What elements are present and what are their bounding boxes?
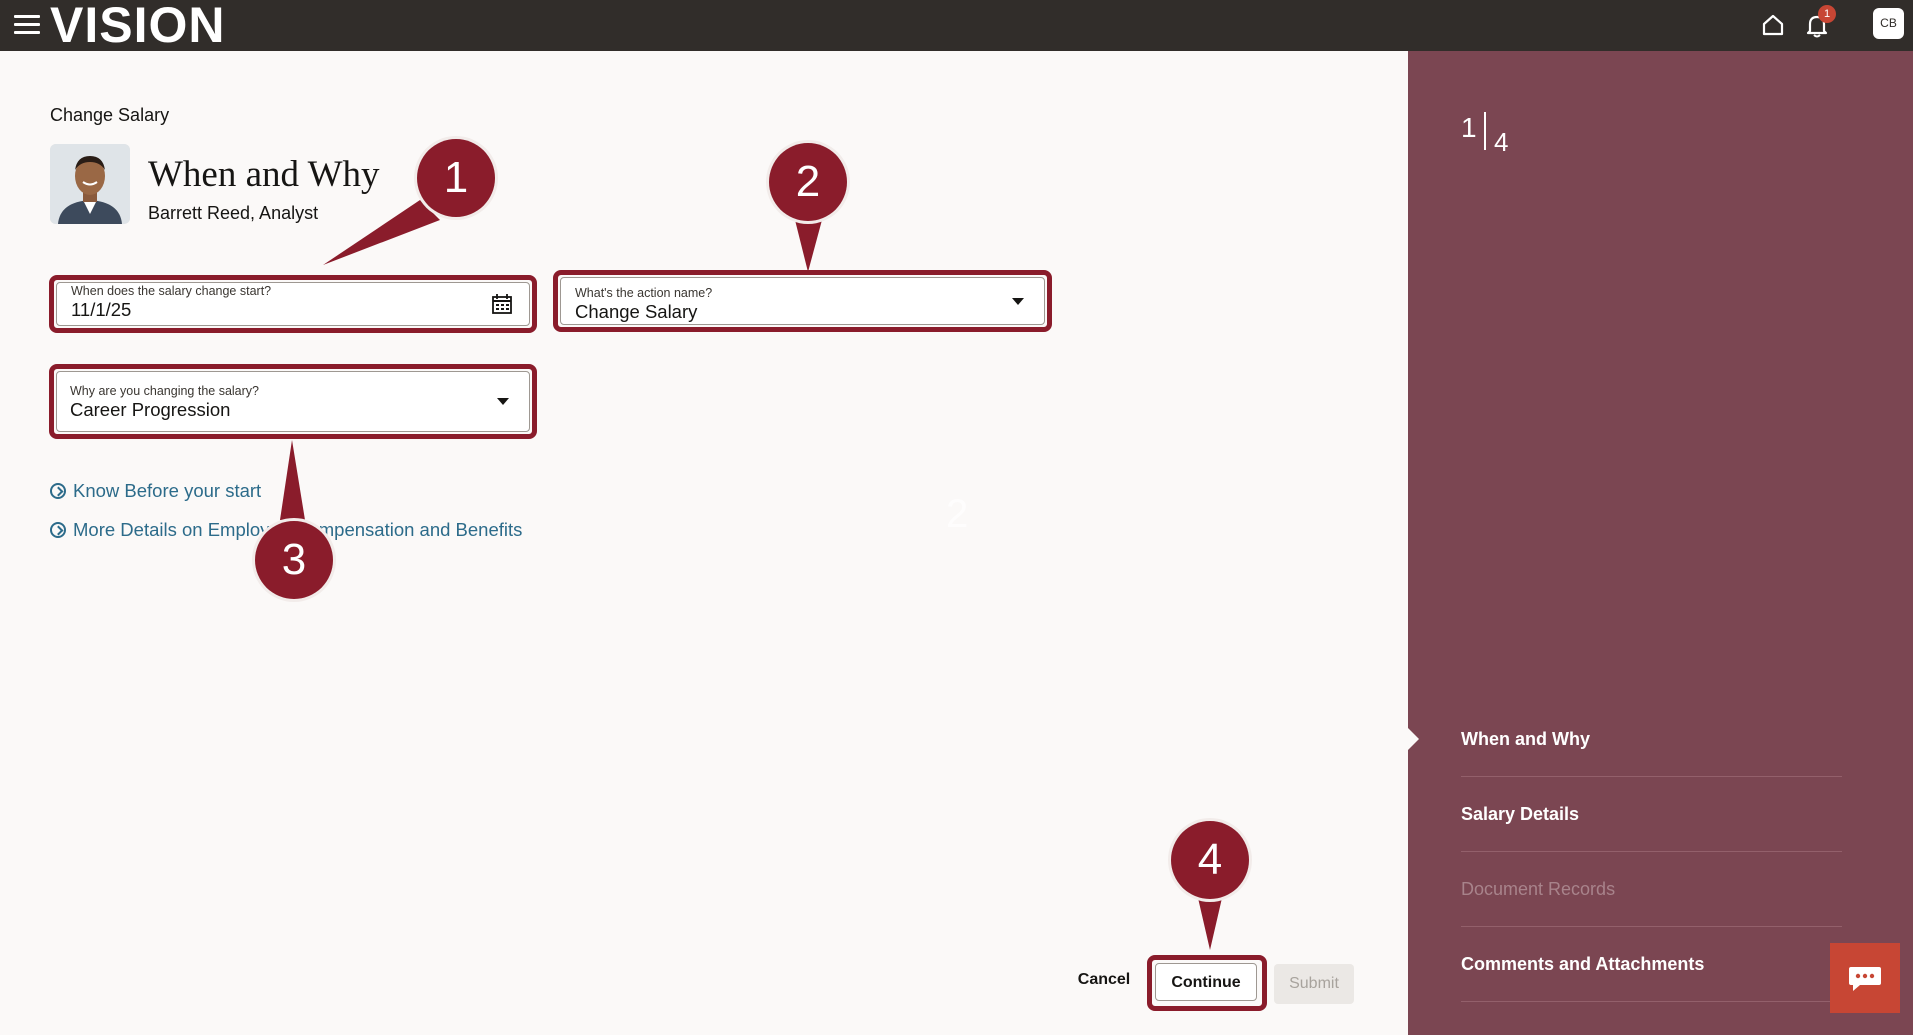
cancel-button[interactable]: Cancel	[1062, 960, 1146, 1000]
callout-4: 4	[1171, 821, 1249, 899]
active-step-pointer	[1408, 728, 1419, 750]
continue-button[interactable]: Continue	[1155, 963, 1257, 1001]
step-salary-details[interactable]: Salary Details	[1461, 777, 1842, 852]
callout-1: 1	[417, 139, 495, 217]
step-document-records: Document Records	[1461, 852, 1842, 927]
current-step-number: 1	[1461, 112, 1477, 143]
callout-3: 3	[255, 521, 333, 599]
chat-icon	[1849, 967, 1881, 991]
step-comments-attachments[interactable]: Comments and Attachments	[1461, 927, 1842, 1002]
step-list: When and Why Salary Details Document Rec…	[1461, 702, 1842, 1002]
total-steps-number: 4	[1494, 127, 1509, 157]
submit-button[interactable]: Submit	[1274, 964, 1354, 1004]
chat-button[interactable]	[1830, 943, 1900, 1013]
callout-2: 2	[769, 143, 847, 221]
step-divider	[1484, 112, 1486, 150]
step-when-and-why[interactable]: When and Why	[1461, 702, 1842, 777]
